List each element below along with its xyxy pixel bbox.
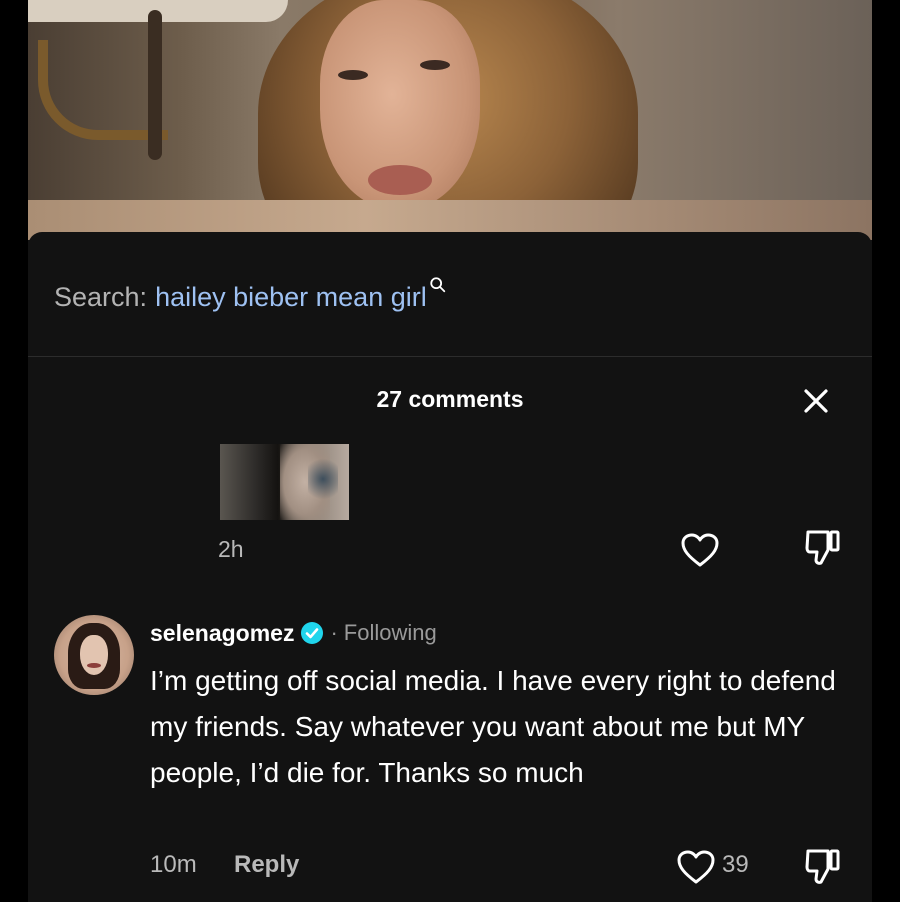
avatar-lips [87,663,101,668]
heart-outline-icon[interactable] [680,532,720,568]
comment-timestamp: 2h [218,536,244,562]
comments-count-title: 27 comments [376,386,524,412]
search-query[interactable]: hailey bieber mean girl [155,282,427,313]
verified-badge-icon [301,622,324,644]
avatar-face [80,635,108,675]
photo-eye-left [338,70,368,80]
following-status: Following [343,620,437,645]
close-icon[interactable] [802,387,830,415]
thumbs-down-icon[interactable] [804,847,842,887]
photo-eye-right [420,60,450,70]
heart-outline-icon[interactable] [676,849,716,885]
photo-lips [368,165,432,195]
username[interactable]: selenagomez [150,620,294,647]
comment-image-thumbnail[interactable] [220,444,349,520]
thumbs-down-icon[interactable] [804,528,842,568]
divider [28,356,872,357]
app-frame: Search: hailey bieber mean girl 27 comme… [28,0,872,902]
search-icon[interactable] [429,276,447,294]
like-count: 39 [722,851,749,878]
lamp-stem [148,10,162,160]
search-suggestion[interactable]: Search: hailey bieber mean girl [54,277,447,313]
comments-panel: Search: hailey bieber mean girl 27 comme… [28,232,872,902]
thumbnail-tattoo [308,454,338,504]
avatar[interactable] [54,615,134,695]
comment-text: I’m getting off social media. I have eve… [150,665,836,788]
video-background-photo[interactable] [28,0,872,240]
reply-button[interactable]: Reply [234,851,299,879]
search-label: Search: [54,282,148,312]
comment-timestamp: 10m [150,851,197,878]
separator-dot: · [330,620,338,645]
comment-author-row: selenagomez · Following [150,618,437,648]
